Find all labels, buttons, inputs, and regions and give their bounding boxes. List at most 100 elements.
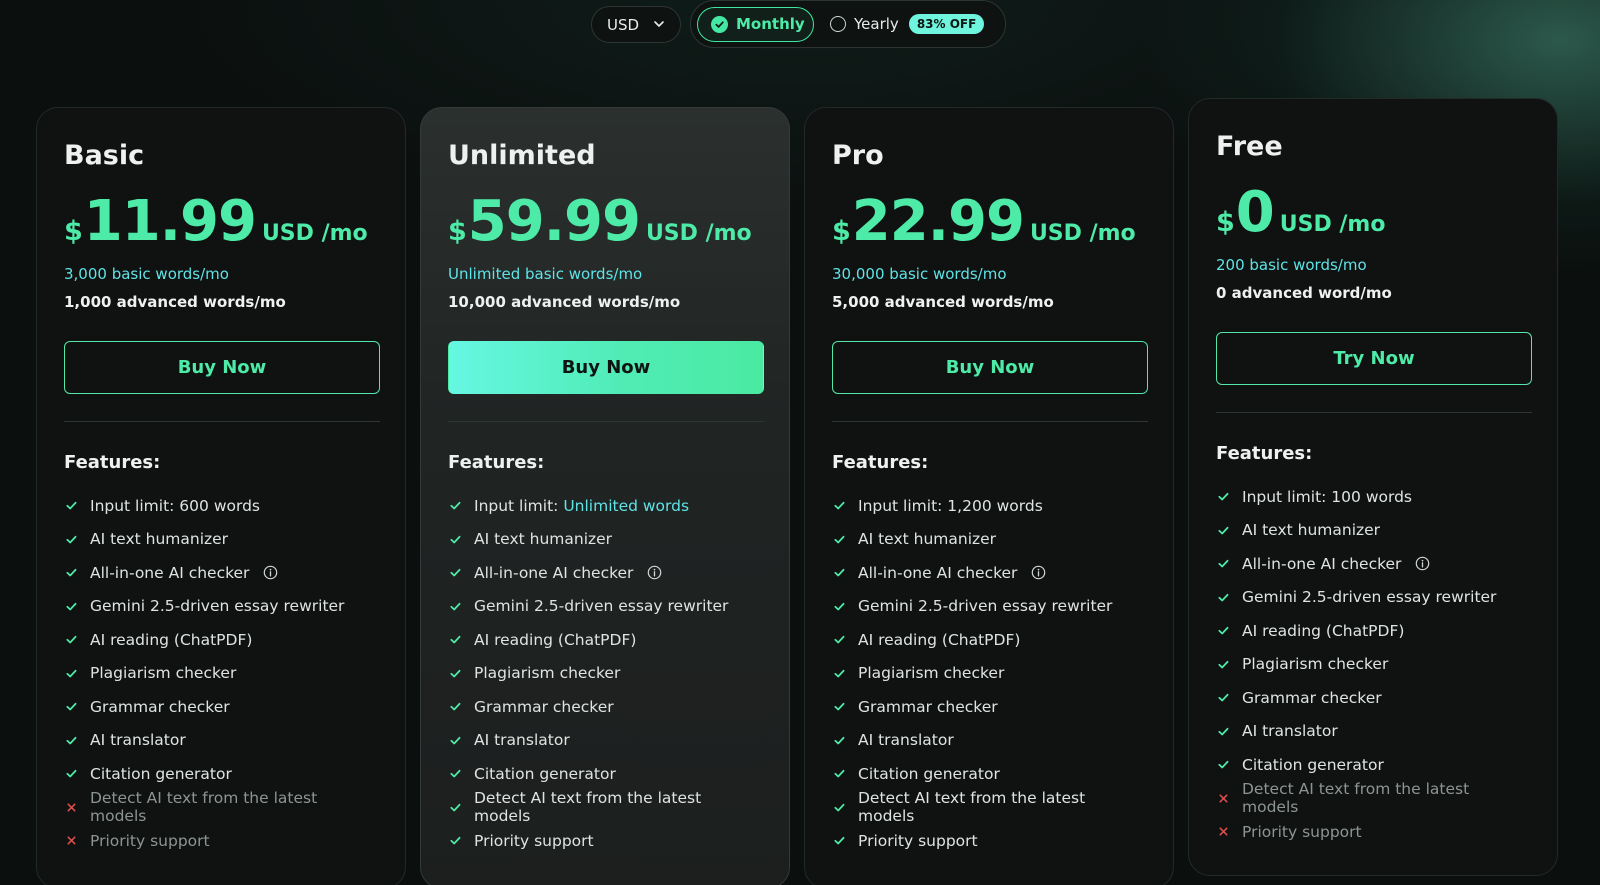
check-icon [448,499,462,513]
currency-select[interactable]: USD [591,6,681,43]
feature-text: Gemini 2.5-driven essay rewriter [1242,588,1497,607]
feature-text: AI translator [90,731,186,750]
check-icon [832,633,846,647]
feature-text: Plagiarism checker [90,664,237,683]
feature-text: AI text humanizer [474,530,613,549]
feature-text: AI reading (ChatPDF) [90,630,253,649]
feature-item: Plagiarism checker [64,657,378,691]
check-icon [64,532,78,546]
feature-item: Input limit: 100 words [1216,480,1530,514]
feature-item: Citation generator [832,757,1146,791]
check-icon [832,800,846,814]
price-unit: USD /mo [1279,212,1386,237]
price: $22.99 USD /mo [832,192,1146,252]
feature-item: AI reading (ChatPDF) [832,623,1146,657]
feature-item: Gemini 2.5-driven essay rewriter [832,590,1146,624]
check-icon [832,700,846,714]
feature-item: Input limit: 600 words [64,489,378,523]
feature-item: AI translator [64,724,378,758]
feature-text: Input limit: Unlimited words [474,497,689,515]
try-now-button[interactable]: Try Now [1216,332,1532,385]
feature-item: Citation generator [1216,748,1530,782]
divider [448,421,764,422]
buy-now-button[interactable]: Buy Now [64,341,380,394]
feature-text: AI reading (ChatPDF) [858,630,1021,649]
feature-text: Detect AI text from the latest models [474,789,702,826]
price-currency-symbol: $ [64,216,83,247]
buy-now-button[interactable]: Buy Now [448,341,764,394]
feature-text: Citation generator [90,764,232,783]
info-icon[interactable] [647,565,662,580]
buy-now-button[interactable]: Buy Now [832,341,1148,394]
feature-item: All-in-one AI checker [832,556,1146,590]
price-amount: 11.99 [83,189,257,254]
feature-text: Gemini 2.5-driven essay rewriter [474,597,729,616]
cross-icon [1216,825,1230,839]
feature-text: Input limit: 100 words [1242,487,1412,506]
info-icon[interactable] [263,565,278,580]
feature-item: Gemini 2.5-driven essay rewriter [1216,581,1530,615]
plan-name: Pro [832,140,884,171]
basic-words-quota: Unlimited basic words/mo [448,265,643,283]
check-icon [832,834,846,848]
feature-item: AI reading (ChatPDF) [1216,614,1530,648]
feature-text: AI translator [858,731,954,750]
check-icon [448,532,462,546]
feature-text: Grammar checker [90,697,230,716]
feature-text: Input limit: 600 words [90,496,260,515]
feature-item: Priority support [64,824,378,858]
feature-text: Detect AI text from the latest models [1242,780,1470,817]
check-icon [448,834,462,848]
feature-item: AI text humanizer [1216,514,1530,548]
feature-text: AI text humanizer [90,530,229,549]
feature-text: Priority support [474,831,594,850]
feature-item: AI reading (ChatPDF) [448,623,762,657]
check-icon [1216,691,1230,705]
feature-item: AI reading (ChatPDF) [64,623,378,657]
yearly-label: Yearly [854,15,899,33]
basic-words-quota: 200 basic words/mo [1216,256,1367,274]
basic-words-quota: 30,000 basic words/mo [832,265,1007,283]
feature-item: Citation generator [448,757,762,791]
feature-text: Citation generator [858,764,1000,783]
divider [64,421,380,422]
price-amount: 59.99 [467,189,641,254]
feature-item: AI text humanizer [832,523,1146,557]
feature-text: Grammar checker [474,697,614,716]
features-list: Input limit: 1,200 words AI text humanize… [832,489,1146,858]
feature-item: Priority support [1216,815,1530,849]
feature-item: Priority support [832,824,1146,858]
feature-text: Citation generator [1242,755,1384,774]
feature-item: Priority support [448,824,762,858]
feature-text: Detect AI text from the latest models [858,789,1086,826]
check-icon [448,767,462,781]
feature-item: Detect AI text from the latest models [448,789,762,826]
check-icon [832,566,846,580]
billing-period-toggle: Monthly Yearly 83% OFF [690,0,1006,48]
check-icon [64,499,78,513]
currency-value: USD [607,15,640,34]
feature-text: AI reading (ChatPDF) [474,630,637,649]
yearly-option[interactable]: Yearly 83% OFF [830,14,985,34]
info-icon[interactable] [1031,565,1046,580]
feature-item: Plagiarism checker [448,657,762,691]
features-list: Input limit: 100 words AI text humanizer A… [1216,480,1530,849]
check-icon [64,633,78,647]
feature-item: Citation generator [64,757,378,791]
feature-highlight: Unlimited words [563,496,690,515]
feature-item: Plagiarism checker [1216,648,1530,682]
cross-icon [64,800,78,814]
check-icon [64,666,78,680]
info-icon[interactable] [1415,556,1430,571]
price-currency-symbol: $ [448,216,467,247]
plan-card-basic: Basic $11.99 USD /mo 3,000 basic words/mo 1,… [36,107,406,885]
feature-text: Priority support [1242,822,1362,841]
feature-item: AI translator [448,724,762,758]
discount-badge: 83% OFF [908,14,985,34]
feature-item: Grammar checker [832,690,1146,724]
price: $59.99 USD /mo [448,192,762,252]
advanced-words-quota: 5,000 advanced words/mo [832,293,1054,311]
check-icon [64,767,78,781]
monthly-option[interactable]: Monthly [697,6,814,42]
feature-text: Gemini 2.5-driven essay rewriter [858,597,1113,616]
